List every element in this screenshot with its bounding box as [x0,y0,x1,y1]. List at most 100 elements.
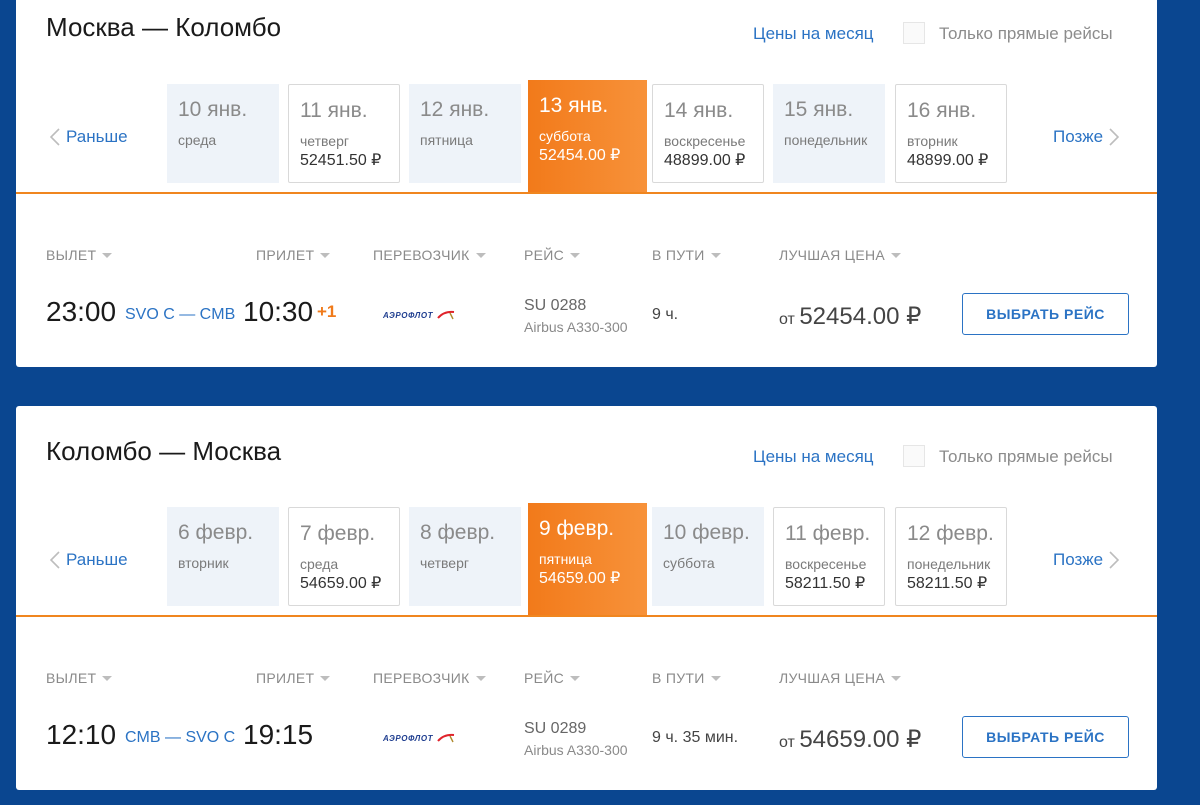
weekday-label: среда [178,132,217,148]
caret-down-icon [320,252,331,258]
date-option[interactable]: 10 февр. суббота [652,507,764,606]
month-prices-link[interactable]: Цены на месяц [753,447,874,467]
arrival-time: 10:30 [243,296,314,327]
date-label: 13 янв. [539,94,609,117]
weekday-label: пятница [539,551,592,567]
price-value: 52454.00 ₽ [799,303,922,330]
sort-price[interactable]: ЛУЧШАЯ ЦЕНА [779,670,902,686]
logo-text: АЭРОФЛОТ [383,733,434,743]
later-dates-link[interactable]: Позже [1053,127,1120,147]
sort-price[interactable]: ЛУЧШАЯ ЦЕНА [779,247,902,263]
aeroflot-wings-icon [437,733,455,743]
sort-carrier[interactable]: ПЕРЕВОЗЧИК [373,247,486,263]
chevron-right-icon [1109,128,1120,146]
select-flight-button[interactable]: ВЫБРАТЬ РЕЙС [962,293,1129,335]
date-label: 14 янв. [664,99,734,122]
date-option[interactable]: 6 февр. вторник [167,507,279,606]
col-label: ПРИЛЕТ [256,247,315,263]
date-option[interactable]: 8 февр. четверг [409,507,521,606]
caret-down-icon [710,675,721,681]
best-price: от 54659.00 ₽ [779,725,921,754]
date-bar-divider [16,615,1157,617]
sort-duration[interactable]: В ПУТИ [652,247,721,263]
weekday-label: вторник [907,133,958,149]
sort-arrival[interactable]: ПРИЛЕТ [256,670,331,686]
sort-carrier[interactable]: ПЕРЕВОЗЧИК [373,670,486,686]
date-label: 15 янв. [784,98,854,121]
direct-flights-checkbox[interactable] [903,445,925,467]
col-label: ВЫЛЕТ [46,247,97,263]
direct-flights-checkbox[interactable] [903,22,925,44]
weekday-label: понедельник [784,132,868,148]
date-label: 12 февр. [907,522,994,545]
later-dates-link[interactable]: Позже [1053,550,1120,570]
select-flight-button[interactable]: ВЫБРАТЬ РЕЙС [962,716,1129,758]
col-label: ПЕРЕВОЗЧИК [373,247,470,263]
col-label: РЕЙС [524,670,565,686]
caret-down-icon [475,252,486,258]
date-label: 11 янв. [300,99,368,122]
weekday-label: суббота [663,555,715,571]
col-label: ПЕРЕВОЗЧИК [373,670,470,686]
date-option[interactable]: 10 янв. среда [167,84,279,183]
month-prices-link[interactable]: Цены на месяц [753,24,874,44]
departure-time: 23:00 [46,296,117,327]
direct-flights-label[interactable]: Только прямые рейсы [939,24,1113,44]
sort-flight[interactable]: РЕЙС [524,247,581,263]
date-label: 11 февр. [785,522,871,545]
col-label: ПРИЛЕТ [256,670,315,686]
col-label: ЛУЧШАЯ ЦЕНА [779,247,886,263]
flight-duration: 9 ч. 35 мин. [652,729,739,746]
chevron-left-icon [50,128,60,146]
date-price: 58211.50 ₽ [907,575,988,592]
date-label: 10 янв. [178,98,248,121]
date-price: 52451.50 ₽ [300,152,382,169]
date-label: 16 янв. [907,99,977,122]
date-option[interactable]: 15 янв. понедельник [773,84,885,183]
flight-number: SU 0289 [524,720,587,737]
date-price: 48899.00 ₽ [664,152,746,169]
date-label: 12 янв. [420,98,490,121]
chevron-right-icon [1109,551,1120,569]
date-option[interactable]: 11 февр. воскресенье 58211.50 ₽ [773,507,885,606]
earlier-dates-link[interactable]: Раньше [50,550,128,570]
outbound-flight-card: Москва — Коломбо Цены на месяц Только пр… [16,0,1157,367]
sort-duration[interactable]: В ПУТИ [652,670,721,686]
caret-down-icon [570,675,581,681]
date-option[interactable]: 14 янв. воскресенье 48899.00 ₽ [652,84,764,183]
date-bar-divider [16,192,1157,194]
date-price: 52454.00 ₽ [539,147,621,164]
later-label: Позже [1053,550,1104,569]
flight-duration: 9 ч. [652,306,679,323]
aeroflot-logo: АЭРОФЛОТ [383,733,456,743]
date-option[interactable]: 12 янв. пятница [409,84,521,183]
date-option-selected[interactable]: 9 февр. пятница 54659.00 ₽ [528,503,647,615]
sort-departure[interactable]: ВЫЛЕТ [46,670,113,686]
col-label: В ПУТИ [652,247,705,263]
departure-time: 12:10 [46,719,117,750]
direct-flights-label[interactable]: Только прямые рейсы [939,447,1113,467]
aeroflot-logo: АЭРОФЛОТ [383,310,456,320]
sort-arrival[interactable]: ПРИЛЕТ [256,247,331,263]
return-flight-card: Коломбо — Москва Цены на месяц Только пр… [16,406,1157,790]
earlier-dates-link[interactable]: Раньше [50,127,128,147]
sort-departure[interactable]: ВЫЛЕТ [46,247,113,263]
date-label: 8 февр. [420,521,496,544]
date-option[interactable]: 16 янв. вторник 48899.00 ₽ [895,84,1007,183]
sort-flight[interactable]: РЕЙС [524,670,581,686]
aircraft-type: Airbus A330-300 [524,742,628,758]
date-option-selected[interactable]: 13 янв. суббота 52454.00 ₽ [528,80,647,192]
weekday-label: четверг [300,133,349,149]
date-option[interactable]: 11 янв. четверг 52451.50 ₽ [288,84,400,183]
weekday-label: воскресенье [785,556,867,572]
date-label: 6 февр. [178,521,254,544]
weekday-label: вторник [178,555,229,571]
date-label: 7 февр. [300,522,376,545]
earlier-label: Раньше [66,127,128,146]
earlier-label: Раньше [66,550,128,569]
date-price: 54659.00 ₽ [539,570,621,587]
weekday-label: воскресенье [664,133,746,149]
arrival-time: 19:15 [243,719,314,750]
date-option[interactable]: 12 февр. понедельник 58211.50 ₽ [895,507,1007,606]
date-option[interactable]: 7 февр. среда 54659.00 ₽ [288,507,400,606]
